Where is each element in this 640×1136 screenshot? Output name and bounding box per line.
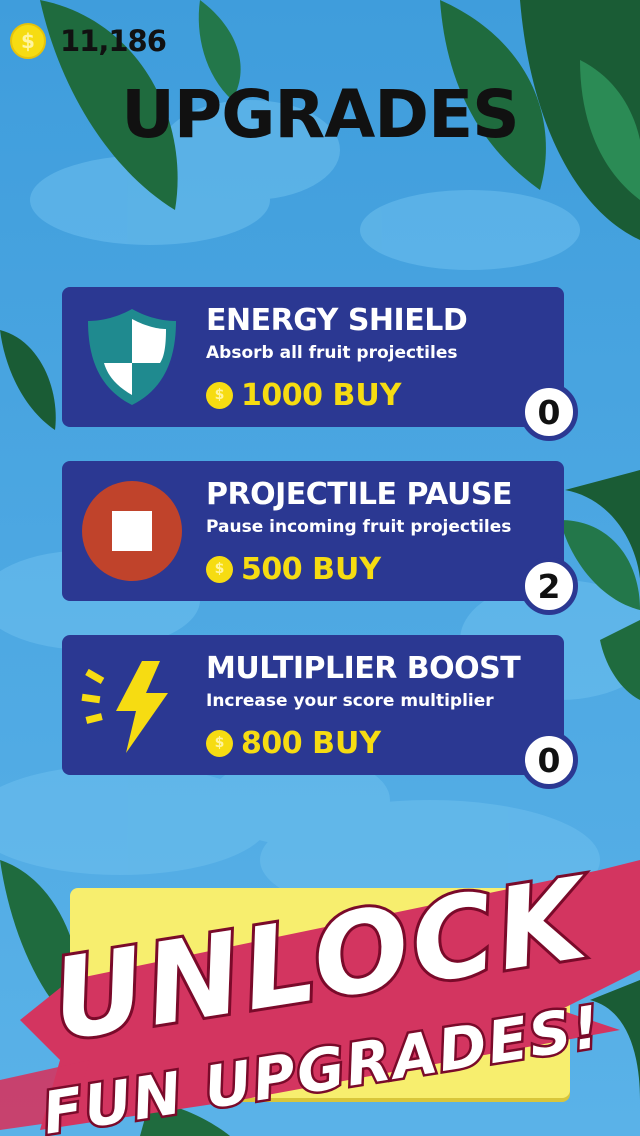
upgrade-price: 500 [241, 551, 303, 587]
buy-button[interactable]: $ 1000 BUY [206, 375, 401, 415]
shield-icon [88, 309, 176, 405]
owned-count-badge: 2 [520, 557, 578, 615]
page-title: UPGRADES [121, 76, 519, 153]
stop-icon [82, 481, 182, 581]
upgrade-name: MULTIPLIER BOOST [206, 651, 521, 686]
upgrade-price: 800 [241, 725, 303, 761]
upgrade-card-projectile-pause: PROJECTILE PAUSE Pause incoming fruit pr… [62, 461, 578, 615]
unlock-fun-upgrades-banner: UNLOCK FUN UPGRADES! [0, 860, 640, 1136]
coin-icon: $ [206, 555, 233, 583]
buy-button[interactable]: $ 800 BUY [206, 723, 381, 763]
buy-label: BUY [332, 377, 402, 413]
upgrade-description: Pause incoming fruit projectiles [206, 517, 512, 537]
upgrade-name: PROJECTILE PAUSE [206, 477, 512, 512]
owned-count-badge: 0 [520, 731, 578, 789]
upgrade-price: 1000 [241, 377, 323, 413]
upgrade-card-multiplier-boost: MULTIPLIER BOOST Increase your score mul… [62, 635, 578, 789]
upgrade-card-energy-shield: ENERGY SHIELD Absorb all fruit projectil… [62, 287, 578, 441]
buy-label: BUY [312, 725, 382, 761]
coin-icon: $ [206, 381, 233, 409]
upgrade-name: ENERGY SHIELD [206, 303, 468, 338]
coin-count: 11,186 [60, 24, 167, 58]
buy-button[interactable]: $ 500 BUY [206, 549, 381, 589]
owned-count-badge: 0 [520, 383, 578, 441]
buy-label: BUY [312, 551, 382, 587]
upgrade-description: Absorb all fruit projectiles [206, 343, 458, 363]
coin-icon: $ [206, 729, 233, 757]
lightning-icon [81, 661, 168, 753]
upgrade-description: Increase your score multiplier [206, 691, 494, 711]
coin-balance: $ 11,186 [10, 22, 167, 60]
coin-icon: $ [10, 23, 46, 59]
